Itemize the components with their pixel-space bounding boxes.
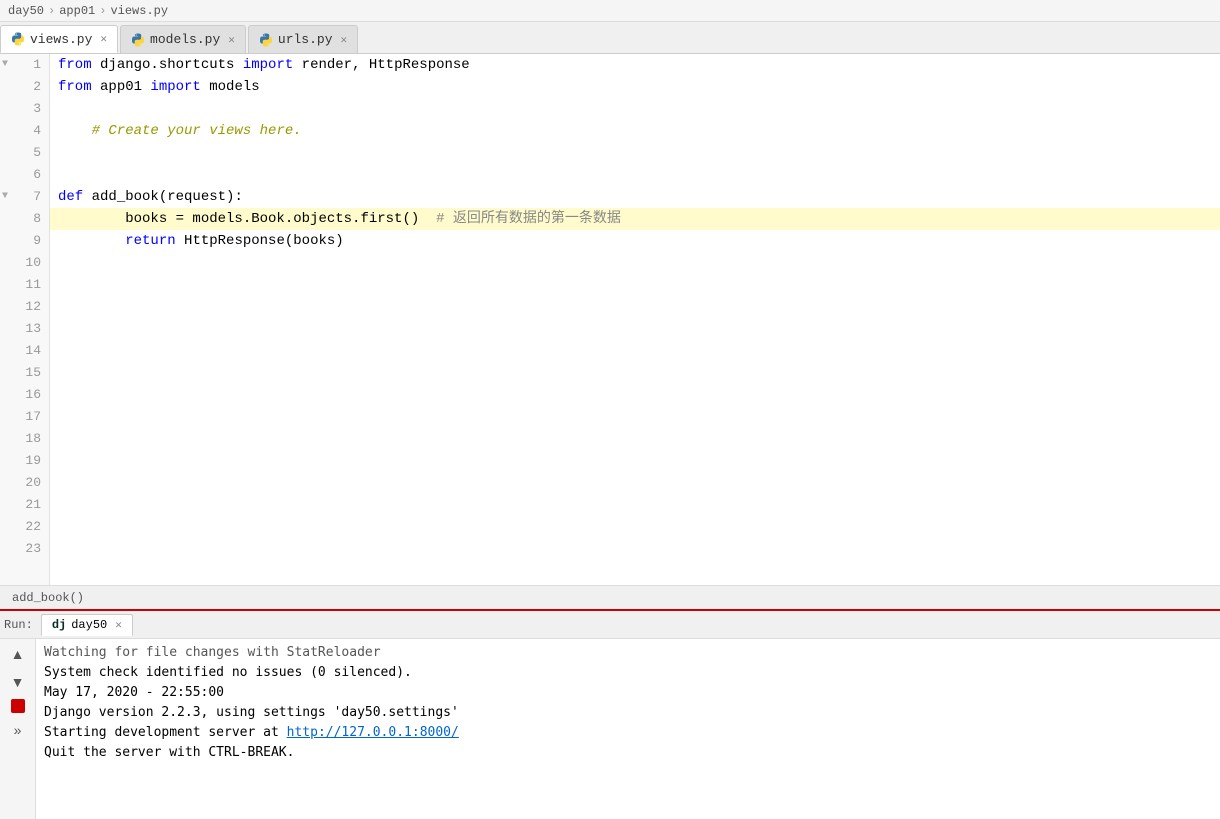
status-bar: add_book() [0, 585, 1220, 609]
editor-area: ▼ 1 2 3 4 5 6 ▼ 7 8 9 10 11 12 13 14 15 … [0, 54, 1220, 609]
line-num-15: 15 [0, 362, 49, 384]
run-tab-label: day50 [71, 618, 107, 632]
code-line-22 [50, 516, 1220, 538]
more-button[interactable]: » [7, 719, 29, 741]
line-num-4: 4 [0, 120, 49, 142]
line-num-16: 16 [0, 384, 49, 406]
line-numbers: ▼ 1 2 3 4 5 6 ▼ 7 8 9 10 11 12 13 14 15 … [0, 54, 50, 585]
breadcrumb-sep-1: › [48, 4, 55, 18]
code-container: ▼ 1 2 3 4 5 6 ▼ 7 8 9 10 11 12 13 14 15 … [0, 54, 1220, 585]
line-num-20: 20 [0, 472, 49, 494]
line-num-3: 3 [0, 98, 49, 120]
code-line-15 [50, 362, 1220, 384]
code-line-14 [50, 340, 1220, 362]
line-num-13: 13 [0, 318, 49, 340]
breadcrumb-item-3[interactable]: views.py [110, 4, 168, 18]
code-line-12 [50, 296, 1220, 318]
server-url-link[interactable]: http://127.0.0.1:8000/ [287, 725, 459, 740]
code-line-21 [50, 494, 1220, 516]
run-output: Watching for file changes with StatReloa… [36, 639, 1220, 819]
line-num-19: 19 [0, 450, 49, 472]
line-num-6: 6 [0, 164, 49, 186]
code-line-7: def add_book(request): [50, 186, 1220, 208]
output-line-6: Quit the server with CTRL-BREAK. [44, 743, 1212, 763]
line-num-1: ▼ 1 [0, 54, 49, 76]
line-num-11: 11 [0, 274, 49, 296]
python-icon-models [131, 33, 145, 47]
tab-models-close[interactable]: ✕ [228, 33, 235, 47]
stop-button[interactable] [11, 699, 25, 713]
breadcrumb-item-1[interactable]: day50 [8, 4, 44, 18]
line-num-10: 10 [0, 252, 49, 274]
python-icon-urls [259, 33, 273, 47]
output-line-5: Starting development server at http://12… [44, 723, 1212, 743]
tab-views-label: views.py [30, 32, 92, 47]
run-content: ▲ ▼ » Watching for file changes with Sta… [0, 639, 1220, 819]
run-sidebar: ▲ ▼ » [0, 639, 36, 819]
output-line-3: May 17, 2020 - 22:55:00 [44, 683, 1212, 703]
tab-urls[interactable]: urls.py ✕ [248, 25, 358, 53]
code-line-3 [50, 98, 1220, 120]
code-line-1: from django.shortcuts import render, Htt… [50, 54, 1220, 76]
code-line-18 [50, 428, 1220, 450]
run-label: Run: [4, 618, 33, 632]
run-tab-bar: Run: dj day50 ✕ [0, 611, 1220, 639]
breadcrumb-item-2[interactable]: app01 [59, 4, 95, 18]
line-num-9: 9 [0, 230, 49, 252]
tab-views-close[interactable]: ✕ [100, 32, 107, 46]
code-line-19 [50, 450, 1220, 472]
scroll-down-button[interactable]: ▼ [7, 671, 29, 693]
line-num-8: 8 [0, 208, 49, 230]
tab-urls-close[interactable]: ✕ [341, 33, 348, 47]
tab-views[interactable]: views.py ✕ [0, 25, 118, 53]
code-line-16 [50, 384, 1220, 406]
code-line-5 [50, 142, 1220, 164]
line-num-2: 2 [0, 76, 49, 98]
tab-models-label: models.py [150, 32, 220, 47]
line-num-14: 14 [0, 340, 49, 362]
code-line-23 [50, 538, 1220, 560]
run-tab-day50[interactable]: dj day50 ✕ [41, 614, 133, 636]
code-line-9: return HttpResponse(books) [50, 230, 1220, 252]
line-num-23: 23 [0, 538, 49, 560]
run-tab-close[interactable]: ✕ [115, 618, 122, 632]
code-line-10 [50, 252, 1220, 274]
code-line-2: from app01 import models [50, 76, 1220, 98]
code-lines[interactable]: from django.shortcuts import render, Htt… [50, 54, 1220, 585]
line-num-5: 5 [0, 142, 49, 164]
run-panel: Run: dj day50 ✕ ▲ ▼ » Watching for file … [0, 609, 1220, 819]
output-line-2: System check identified no issues (0 sil… [44, 663, 1212, 683]
code-line-17 [50, 406, 1220, 428]
code-line-13 [50, 318, 1220, 340]
function-name: add_book() [12, 591, 84, 605]
code-line-11 [50, 274, 1220, 296]
django-icon: dj [52, 618, 66, 632]
line-num-12: 12 [0, 296, 49, 318]
breadcrumb-sep-2: › [99, 4, 106, 18]
code-line-6 [50, 164, 1220, 186]
line-num-7: ▼ 7 [0, 186, 49, 208]
scroll-up-button[interactable]: ▲ [7, 643, 29, 665]
code-line-4: # Create your views here. [50, 120, 1220, 142]
code-line-8: books = models.Book.objects.first() # 返回… [50, 208, 1220, 230]
output-line-1: Watching for file changes with StatReloa… [44, 643, 1212, 663]
line-num-18: 18 [0, 428, 49, 450]
code-line-20 [50, 472, 1220, 494]
line-num-21: 21 [0, 494, 49, 516]
breadcrumb: day50 › app01 › views.py [0, 0, 1220, 22]
tab-models[interactable]: models.py ✕ [120, 25, 246, 53]
line-num-22: 22 [0, 516, 49, 538]
fold-marker-7[interactable]: ▼ [2, 186, 8, 208]
tab-bar: views.py ✕ models.py ✕ urls.py ✕ [0, 22, 1220, 54]
python-icon-views [11, 32, 25, 46]
line-num-17: 17 [0, 406, 49, 428]
tab-urls-label: urls.py [278, 32, 333, 47]
output-line-4: Django version 2.2.3, using settings 'da… [44, 703, 1212, 723]
fold-marker-1[interactable]: ▼ [2, 54, 8, 76]
